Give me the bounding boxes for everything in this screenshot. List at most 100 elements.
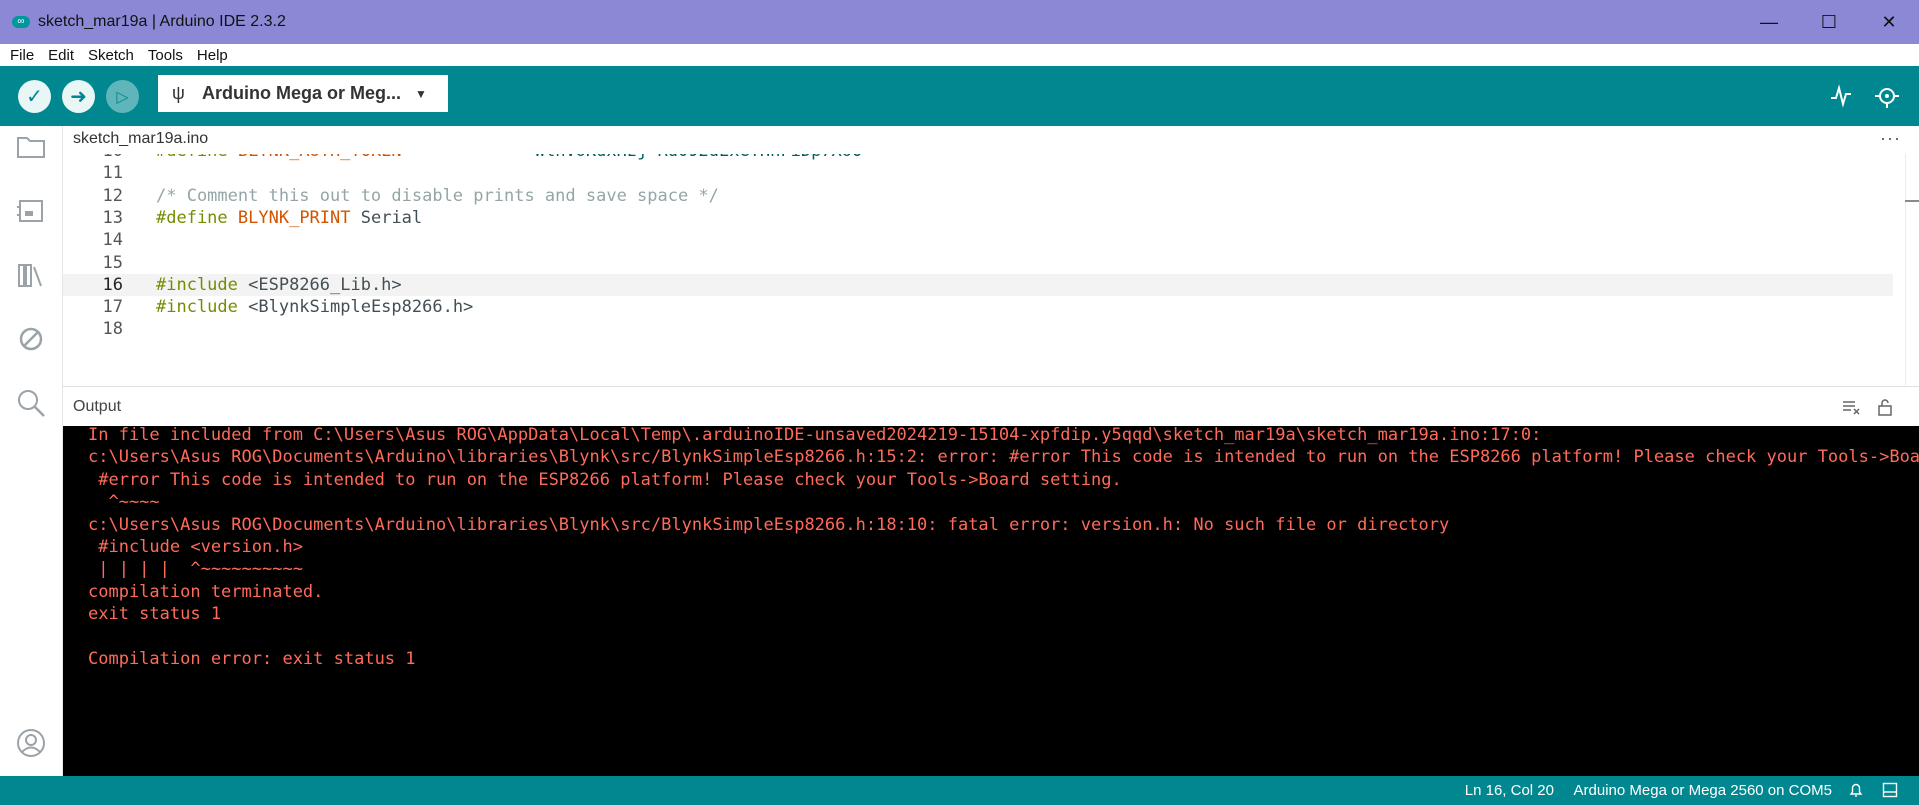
clear-output-icon[interactable] xyxy=(1839,395,1863,419)
account-button[interactable] xyxy=(14,726,48,760)
debug-block-icon xyxy=(19,327,43,351)
minimize-button[interactable]: — xyxy=(1739,0,1799,44)
code-token: #define xyxy=(156,154,228,161)
toggle-panel-icon[interactable] xyxy=(1879,779,1901,801)
code-line[interactable]: 15 xyxy=(63,252,1893,274)
code-line[interactable]: 10 #define BLYNK_AUTH_TOKEN "WlnVoKdxHzj-… xyxy=(63,154,1893,162)
code-text: /* Comment this out to disable prints an… xyxy=(156,185,719,207)
editor-tab-bar: sketch_mar19a.ino ··· xyxy=(63,126,1919,154)
sketchbook-button[interactable] xyxy=(14,130,48,164)
cursor-position[interactable]: Ln 16, Col 20 xyxy=(1465,782,1554,799)
window-title: sketch_mar19a | Arduino IDE 2.3.2 xyxy=(38,13,286,30)
output-console[interactable]: In file included from C:\Users\Asus ROG\… xyxy=(63,426,1919,776)
toolbar: ✓ ➜ ▷ ψ Arduino Mega or Meg... ▼ xyxy=(0,66,1919,126)
code-line[interactable]: 16 #include <ESP8266_Lib.h> xyxy=(63,273,1893,296)
arrow-right-icon: ➜ xyxy=(70,86,87,108)
library-manager-button[interactable] xyxy=(14,258,48,292)
title-bar: ∞ sketch_mar19a | Arduino IDE 2.3.2 — ☐ … xyxy=(0,0,1919,44)
code-text: #define BLYNK_AUTH_TOKEN "WlnVoKdxHzj-Rd… xyxy=(156,154,873,162)
line-number: 16 xyxy=(102,274,123,295)
search-button[interactable] xyxy=(14,386,48,420)
output-line: c:\Users\Asus ROG\Documents\Arduino\libr… xyxy=(88,447,1919,468)
serial-monitor-button[interactable] xyxy=(1870,79,1904,113)
left-sidebar xyxy=(0,126,63,776)
debug-icon: ▷ xyxy=(116,88,129,106)
check-icon: ✓ xyxy=(26,86,43,108)
board-selector[interactable]: ψ Arduino Mega or Meg... ▼ xyxy=(158,75,448,112)
close-button[interactable]: ✕ xyxy=(1859,0,1919,44)
menu-bar: File Edit Sketch Tools Help xyxy=(0,44,1919,66)
arduino-logo-icon: ∞ xyxy=(12,16,30,28)
menu-edit[interactable]: Edit xyxy=(48,47,74,64)
boards-manager-button[interactable] xyxy=(14,194,48,228)
code-editor[interactable]: 10 #define BLYNK_AUTH_TOKEN "WlnVoKdxHzj-… xyxy=(63,154,1919,386)
arduino-ide-window: ∞ sketch_mar19a | Arduino IDE 2.3.2 — ☐ … xyxy=(0,0,1919,805)
code-line[interactable]: 13 #define BLYNK_PRINT Serial xyxy=(63,207,1893,229)
output-line: #include <version.h> xyxy=(88,537,303,557)
editor-scrollbar[interactable] xyxy=(1905,154,1919,386)
line-number: 14 xyxy=(102,230,123,251)
code-token: /* Comment this out to disable prints an… xyxy=(156,185,719,206)
code-token: Serial xyxy=(350,207,423,228)
output-line: exit status 1 xyxy=(88,604,222,625)
line-number: 15 xyxy=(102,252,123,273)
tab-sketch-file[interactable]: sketch_mar19a.ino xyxy=(63,126,219,154)
output-line: In file included from C:\Users\Asus ROG\… xyxy=(88,426,1542,445)
serial-plotter-button[interactable] xyxy=(1824,79,1858,113)
code-token: #include xyxy=(156,274,238,295)
line-number: 13 xyxy=(102,207,123,228)
scroll-position-marker xyxy=(1905,200,1919,202)
board-selector-label: Arduino Mega or Meg... xyxy=(202,83,402,103)
code-token: BLYNK_AUTH_TOKEN xyxy=(238,154,402,161)
status-board-port[interactable]: Arduino Mega or Mega 2560 on COM5 xyxy=(1574,782,1832,799)
upload-button[interactable]: ➜ xyxy=(62,80,95,113)
usb-icon: ψ xyxy=(172,83,185,103)
output-panel-title: Output xyxy=(73,397,122,415)
debug-button[interactable]: ▷ xyxy=(106,80,139,113)
lock-icon[interactable] xyxy=(1873,395,1897,419)
serial-plotter-icon xyxy=(1831,84,1851,108)
code-token: "WlnVoKdxHzj-Rd092dExGYHhFiDp7XoO" xyxy=(525,154,873,161)
output-line: #error This code is intended to run on t… xyxy=(88,469,1122,490)
folder-icon xyxy=(17,137,45,158)
code-token: #include xyxy=(156,297,238,318)
code-token: BLYNK_PRINT xyxy=(237,207,351,228)
output-line: ^~~~~ xyxy=(88,492,160,513)
menu-tools[interactable]: Tools xyxy=(148,47,183,64)
debug-panel-button[interactable] xyxy=(14,322,48,356)
maximize-button[interactable]: ☐ xyxy=(1799,0,1859,44)
chevron-down-icon: ▼ xyxy=(415,86,427,101)
line-number: 12 xyxy=(102,185,123,206)
code-text: #include <BlynkSimpleEsp8266.h> xyxy=(156,296,473,318)
menu-sketch[interactable]: Sketch xyxy=(88,47,134,64)
code-token: <ESP8266_Lib.h> xyxy=(237,274,402,295)
code-line[interactable]: 11 xyxy=(63,162,1893,184)
code-text: #include <ESP8266_Lib.h> xyxy=(156,274,402,296)
library-icon xyxy=(18,264,42,287)
menu-help[interactable]: Help xyxy=(197,47,228,64)
line-number: 18 xyxy=(102,319,123,340)
code-line[interactable]: 18 xyxy=(63,318,1893,340)
account-icon xyxy=(17,729,45,757)
more-options-icon[interactable]: ··· xyxy=(1880,128,1901,149)
output-line: compilation terminated. xyxy=(88,581,324,602)
code-text: #define BLYNK_PRINT Serial xyxy=(156,207,422,229)
line-number: 11 xyxy=(102,163,123,184)
output-panel-header: Output xyxy=(63,386,1919,426)
status-bar: Ln 16, Col 20 Arduino Mega or Mega 2560 … xyxy=(0,776,1919,805)
notifications-icon[interactable] xyxy=(1845,779,1867,801)
board-manager-icon xyxy=(17,200,43,222)
code-line[interactable]: 14 xyxy=(63,229,1893,251)
window-controls: — ☐ ✕ xyxy=(1739,0,1919,44)
output-line: Compilation error: exit status 1 xyxy=(88,649,416,669)
serial-monitor-icon xyxy=(1875,88,1899,108)
verify-button[interactable]: ✓ xyxy=(18,80,51,113)
menu-file[interactable]: File xyxy=(10,47,34,64)
code-token: <BlynkSimpleEsp8266.h> xyxy=(237,297,474,318)
code-line[interactable]: 17 #include <BlynkSimpleEsp8266.h> xyxy=(63,296,1893,318)
code-token: #define xyxy=(156,207,228,228)
code-line[interactable]: 12 /* Comment this out to disable prints … xyxy=(63,185,1893,207)
